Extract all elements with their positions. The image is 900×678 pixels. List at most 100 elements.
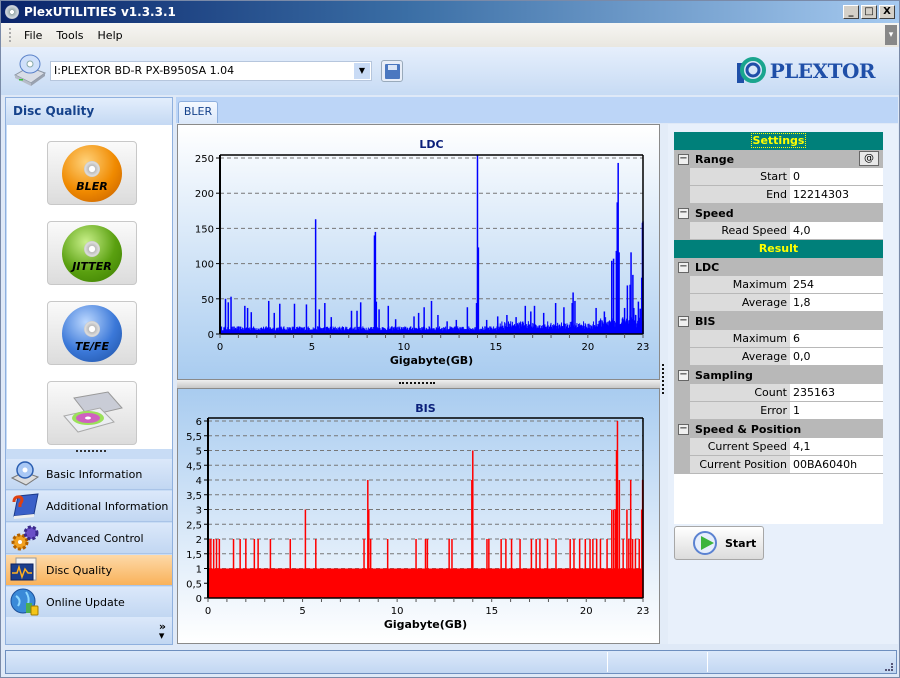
nav-label: Online Update — [46, 595, 125, 609]
bis-peak-bar — [634, 539, 637, 598]
bis-peak-bar — [555, 539, 557, 598]
bis-peak-bar — [612, 509, 615, 598]
y-tick-label: 3,5 — [186, 491, 202, 502]
save-button[interactable] — [381, 60, 403, 82]
ldc-peak-bar — [633, 307, 635, 334]
drive-select[interactable]: I:PLEXTOR BD-R PX-B950SA 1.04 ▼ — [50, 61, 372, 81]
bis-peak-bar — [631, 539, 634, 598]
minimize-button[interactable]: _ — [843, 5, 859, 19]
y-tick-label: 250 — [195, 154, 214, 165]
collapse-icon[interactable]: − — [678, 315, 689, 327]
nav-basic-information[interactable]: Basic Information — [6, 459, 172, 490]
ldc-peak-bar — [574, 300, 576, 334]
ldc-peak-bar — [394, 319, 397, 334]
tefe-test-button[interactable]: TE/FE — [47, 301, 137, 365]
bis-peak-bar — [315, 539, 317, 598]
ldc-peak-bar — [455, 319, 458, 334]
ldc-peak-bar — [446, 321, 448, 334]
bis-peak-bar — [592, 539, 594, 598]
bis-peak-bar — [426, 539, 429, 598]
ldc-peak-bar — [423, 307, 425, 334]
more-nav-items-icon[interactable]: » ▾ — [159, 621, 166, 641]
start-button[interactable]: Start — [674, 526, 764, 560]
quality-test-list: BLER JITTER TE/FE — [7, 125, 172, 449]
ldc-peak-bar — [533, 305, 536, 334]
ldc-peak-bar — [324, 303, 326, 334]
y-tick-label: 5 — [196, 447, 202, 458]
drive-icon — [13, 54, 47, 86]
bis-peak-bar — [519, 539, 521, 598]
chart-splitter[interactable] — [177, 380, 660, 388]
property-grid: Settings − Range @ Start 0 End 12214303 − Sp… — [674, 132, 883, 524]
bis-peak-bar — [584, 539, 587, 598]
y-tick-label: 5,5 — [186, 432, 202, 443]
ldc-peak-bar — [293, 303, 296, 334]
ldc-peak-bar — [359, 302, 362, 334]
collapse-icon[interactable]: − — [678, 207, 689, 219]
logo-text: PLEXTOR — [769, 59, 876, 83]
range-at-button[interactable]: @ — [859, 151, 879, 166]
y-tick-label: 2 — [196, 535, 202, 546]
nav-label: Additional Information — [46, 499, 169, 513]
y-tick-label: 150 — [195, 224, 214, 235]
tab-strip: BLER — [176, 97, 898, 123]
nav-online-update[interactable]: Online Update — [6, 587, 172, 618]
bis-peak-bar — [628, 539, 630, 598]
tefe-disc-icon: TE/FE — [62, 305, 122, 362]
ldc-peak-bar — [530, 311, 532, 334]
ldc-peak-bar — [267, 300, 270, 334]
ldc-peak-bar — [224, 298, 227, 334]
bler-test-button[interactable]: BLER — [47, 141, 137, 205]
x-tick-label: 0 — [205, 606, 211, 617]
collapse-icon[interactable]: − — [678, 261, 689, 273]
plextor-logo: PLEXTOR — [736, 57, 876, 85]
resize-grip-icon[interactable] — [885, 663, 893, 671]
bis-peak-bar — [253, 539, 256, 598]
menu-tools[interactable]: Tools — [49, 29, 90, 42]
collapse-icon[interactable]: − — [678, 153, 689, 165]
left-panel-header: Disc Quality — [6, 98, 172, 125]
menu-overflow-icon[interactable]: ▾ — [885, 25, 897, 45]
bis-category: − BIS — [674, 312, 883, 330]
close-button[interactable]: X — [879, 5, 895, 19]
ldc-chart: LDC 0 50 100 150 200 250 0 5 10 15 20 23 Gigabyte(GB) — [177, 124, 660, 380]
x-tick-label: 20 — [581, 342, 594, 353]
ldc-peak-bar — [273, 312, 276, 334]
maximize-button[interactable]: □ — [861, 5, 877, 19]
menu-help[interactable]: Help — [91, 29, 130, 42]
ldc-peak-bar — [330, 317, 333, 334]
ldc-peak-bar — [230, 296, 232, 334]
property-row: Maximum 6 — [674, 330, 883, 348]
menu-file[interactable]: File — [17, 29, 49, 42]
y-tick-label: 1,5 — [186, 550, 202, 561]
y-tick-label: 1 — [196, 565, 202, 576]
bis-peak-bar — [629, 480, 632, 598]
nav-disc-quality[interactable]: Disc Quality — [6, 555, 172, 586]
x-tick-label: 5 — [309, 342, 315, 353]
bis-peak-bar — [510, 539, 513, 598]
ldc-peak-bar — [437, 314, 439, 334]
nav-additional-information[interactable]: Additional Information — [6, 491, 172, 522]
ldc-peak-bar — [244, 305, 246, 334]
tab-bler[interactable]: BLER — [178, 101, 218, 123]
collapse-icon[interactable]: − — [678, 369, 689, 381]
drive-tray-button[interactable] — [47, 381, 137, 445]
read-speed-field[interactable]: 4,0 — [790, 222, 883, 239]
property-row: Average 0,0 — [674, 348, 883, 366]
x-tick-label: 23 — [637, 606, 650, 617]
jitter-test-button[interactable]: JITTER — [47, 221, 137, 285]
nav-advanced-control[interactable]: Advanced Control — [6, 523, 172, 554]
vertical-splitter[interactable] — [660, 124, 668, 644]
collapse-icon[interactable]: − — [678, 423, 689, 435]
range-end-field[interactable]: 12214303 — [790, 186, 883, 203]
range-start-field[interactable]: 0 — [790, 168, 883, 185]
y-tick-label: 2,5 — [186, 520, 202, 531]
bler-label: BLER — [76, 180, 108, 193]
right-panel: Settings − Range @ Start 0 End 12214303 − Sp… — [668, 124, 898, 644]
chevron-down-icon[interactable]: ▼ — [354, 63, 370, 79]
left-panel: Disc Quality BLER JITTER TE/FE Basic Inf… — [5, 97, 173, 645]
ldc-peak-bar — [610, 260, 613, 334]
current-position-value: 00BA6040h — [790, 456, 883, 473]
bis-peak-bar — [472, 450, 474, 598]
panel-splitter[interactable] — [76, 450, 106, 453]
